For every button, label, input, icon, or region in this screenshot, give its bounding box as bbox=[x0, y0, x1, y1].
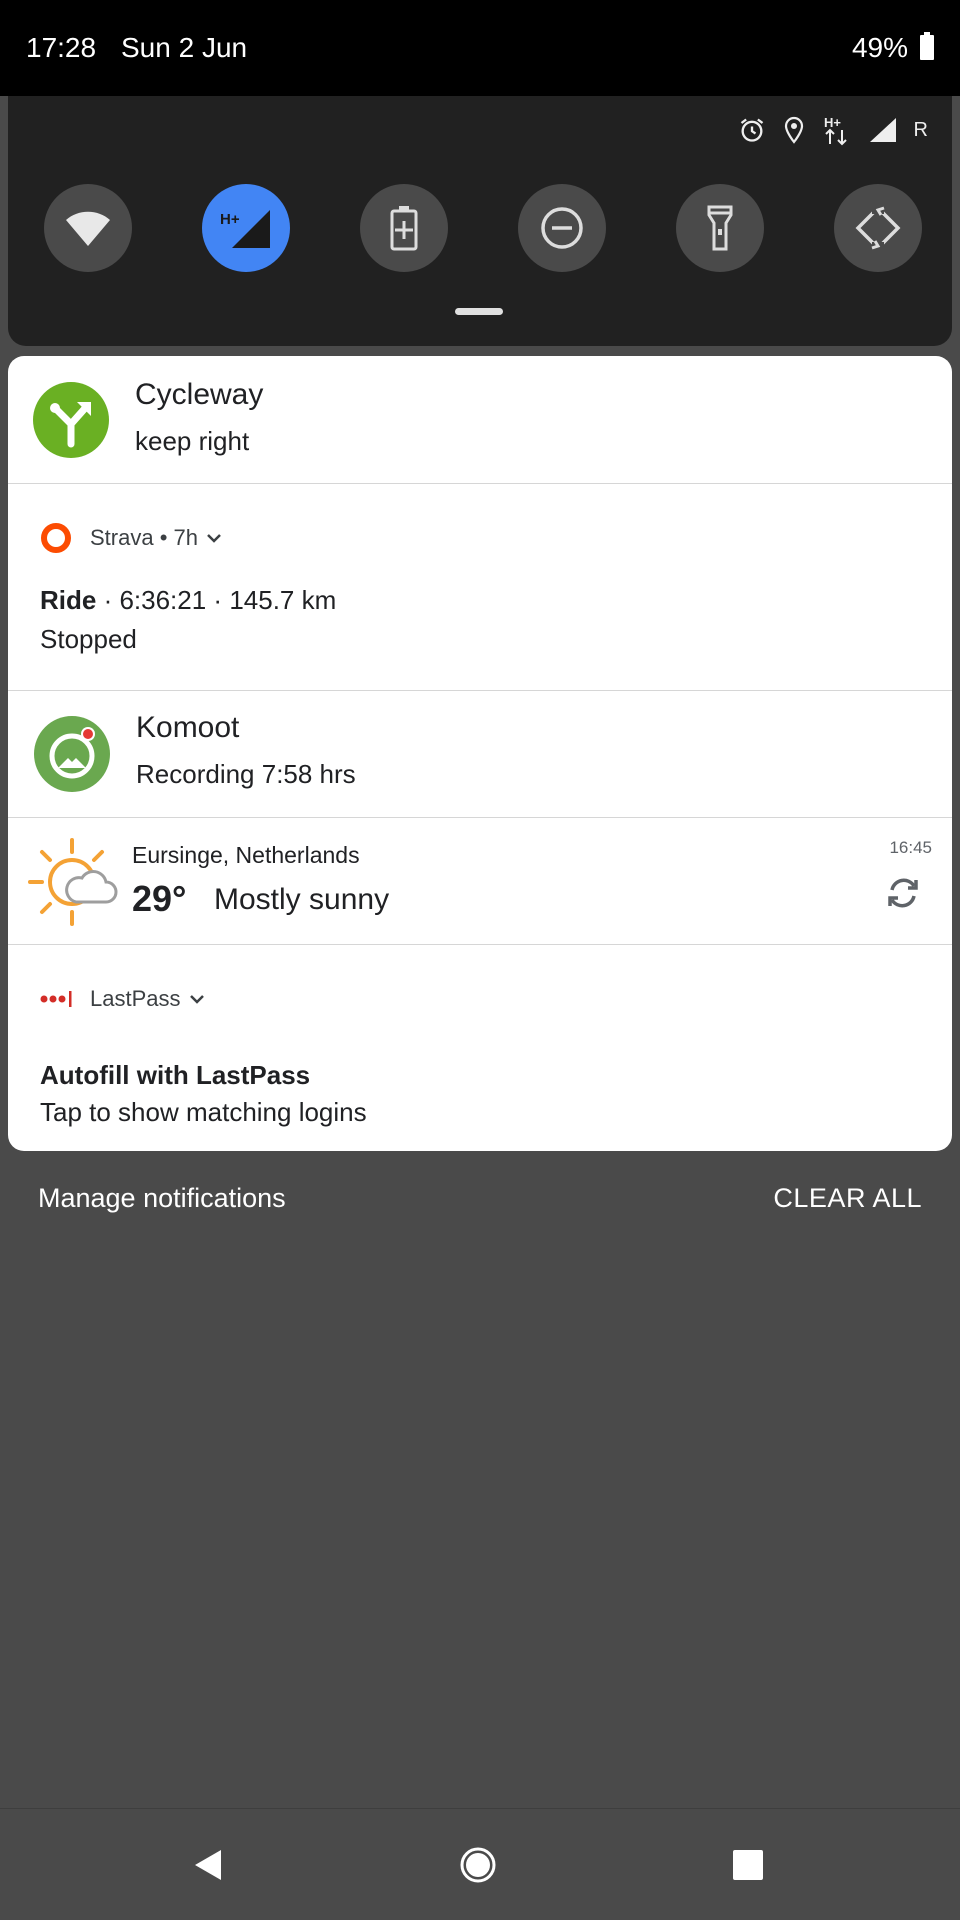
alarm-icon bbox=[740, 118, 763, 142]
komoot-subtitle: Recording 7:58 hrs bbox=[136, 759, 356, 789]
weather-temperature: 29° bbox=[132, 878, 187, 919]
battery-saver-tile[interactable] bbox=[360, 184, 448, 272]
status-bar: 17:28 Sun 2 Jun 49% bbox=[0, 0, 960, 96]
back-icon bbox=[195, 1850, 221, 1880]
do-not-disturb-tile[interactable] bbox=[518, 184, 606, 272]
date: Sun 2 Jun bbox=[121, 32, 248, 63]
notification-cycleway[interactable]: Cycleway keep right bbox=[8, 356, 952, 484]
location-icon bbox=[784, 116, 803, 144]
navigation-bar bbox=[0, 1808, 960, 1920]
wifi-tile[interactable] bbox=[44, 184, 132, 272]
weather-updated-time: 16:45 bbox=[889, 838, 932, 857]
lastpass-icon bbox=[40, 991, 72, 1007]
home-icon bbox=[460, 1847, 496, 1883]
manage-notifications-button[interactable]: Manage notifications bbox=[38, 1183, 286, 1214]
battery-percentage: 49% bbox=[851, 32, 908, 63]
strava-icon bbox=[41, 523, 71, 553]
komoot-title: Komoot bbox=[136, 711, 240, 744]
partly-sunny-icon bbox=[28, 838, 118, 926]
lastpass-app-name: LastPass bbox=[90, 986, 181, 1011]
do-not-disturb-icon bbox=[541, 207, 583, 249]
refresh-icon[interactable] bbox=[884, 874, 922, 912]
chevron-down-icon[interactable] bbox=[206, 532, 222, 544]
mobile-data-icon: H+ bbox=[220, 210, 270, 248]
lastpass-header: LastPass bbox=[40, 983, 205, 1015]
strava-header: Strava • 7h bbox=[40, 522, 222, 554]
flashlight-icon bbox=[707, 205, 733, 251]
hplus-data-icon: H+ bbox=[824, 115, 847, 146]
cycleway-title: Cycleway bbox=[135, 378, 264, 411]
notification-weather[interactable]: Eursinge, Netherlands 29° Mostly sunny 1… bbox=[8, 818, 952, 945]
quick-settings-panel: H+ R H+ bbox=[8, 96, 952, 346]
recents-button[interactable] bbox=[728, 1845, 768, 1885]
auto-rotate-icon bbox=[855, 204, 901, 252]
qs-status-icons: H+ R bbox=[738, 114, 928, 146]
notification-list: Cycleway keep right Strava • 7h Ride · 6… bbox=[8, 356, 952, 1151]
qs-expand-handle[interactable] bbox=[455, 308, 503, 315]
strava-activity: Ride bbox=[40, 585, 97, 615]
flashlight-tile[interactable] bbox=[676, 184, 764, 272]
strava-distance: 145.7 km bbox=[229, 585, 337, 615]
notification-lastpass[interactable]: LastPass Autofill with LastPass Tap to s… bbox=[8, 945, 952, 1151]
roaming-indicator: R bbox=[913, 118, 928, 141]
qs-tiles: H+ bbox=[44, 184, 924, 272]
signal-icon bbox=[869, 118, 896, 142]
cycleway-icon bbox=[33, 382, 109, 458]
back-button[interactable] bbox=[188, 1845, 228, 1885]
clear-all-button[interactable]: CLEAR ALL bbox=[773, 1183, 922, 1214]
recents-icon bbox=[733, 1850, 763, 1880]
strava-duration: 6:36:21 bbox=[119, 585, 207, 615]
weather-location: Eursinge, Netherlands bbox=[132, 842, 360, 868]
strava-status: Stopped bbox=[40, 624, 137, 654]
strava-app-name: Strava bbox=[90, 525, 154, 550]
chevron-down-icon[interactable] bbox=[189, 993, 205, 1005]
notification-strava[interactable]: Strava • 7h Ride · 6:36:21 · 145.7 km St… bbox=[8, 484, 952, 691]
lastpass-title: Autofill with LastPass bbox=[40, 1060, 311, 1090]
notification-komoot[interactable]: Komoot Recording 7:58 hrs bbox=[8, 691, 952, 818]
komoot-icon bbox=[34, 716, 110, 792]
strava-time-ago: 7h bbox=[173, 525, 199, 550]
svg-text:H+: H+ bbox=[220, 211, 240, 228]
auto-rotate-tile[interactable] bbox=[834, 184, 922, 272]
home-button[interactable] bbox=[458, 1845, 498, 1885]
wifi-icon bbox=[66, 211, 110, 246]
cycleway-subtitle: keep right bbox=[135, 426, 250, 456]
weather-condition: Mostly sunny bbox=[214, 883, 390, 916]
mobile-data-tile[interactable]: H+ bbox=[202, 184, 290, 272]
battery-saver-icon bbox=[390, 206, 418, 251]
lastpass-subtitle: Tap to show matching logins bbox=[40, 1097, 367, 1127]
strava-activity-line: Ride · 6:36:21 · 145.7 km bbox=[40, 585, 337, 615]
svg-text:H+: H+ bbox=[824, 115, 841, 130]
battery-icon bbox=[920, 32, 934, 60]
clock: 17:28 bbox=[26, 32, 97, 63]
